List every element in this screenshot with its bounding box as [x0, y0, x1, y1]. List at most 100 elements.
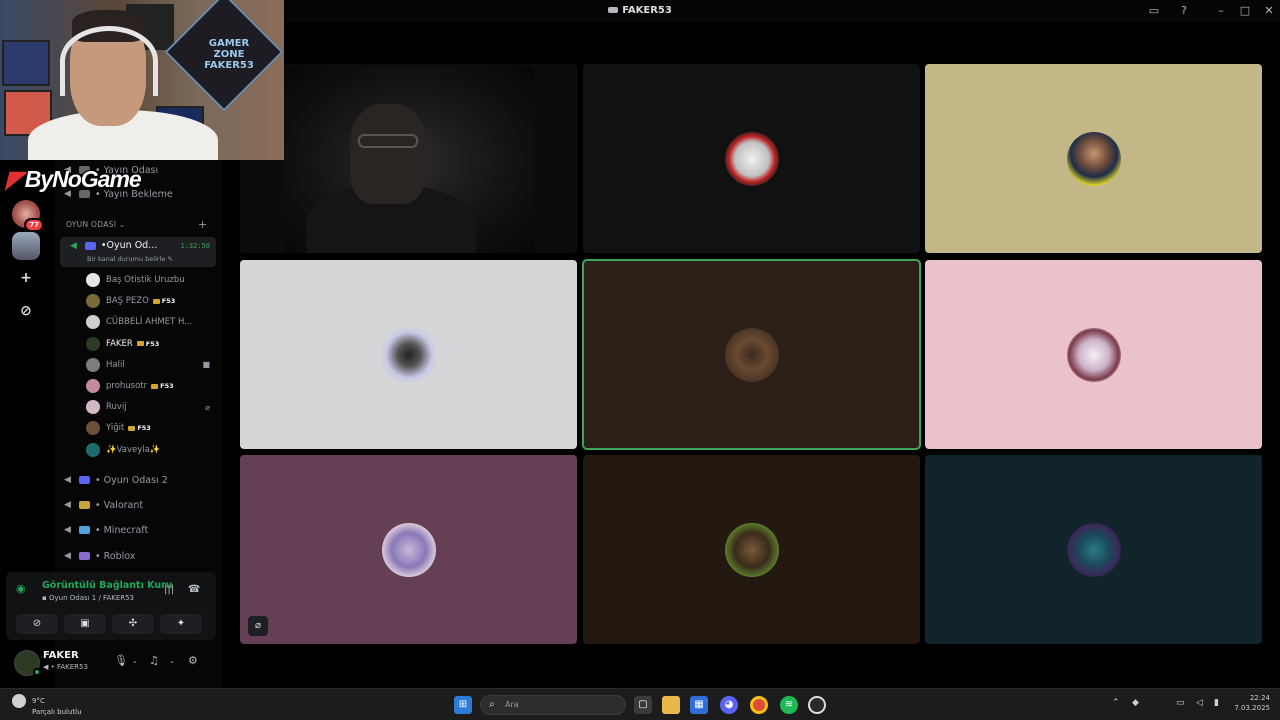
store-icon[interactable]: ▦ [690, 696, 708, 714]
webcam-glasses [358, 134, 418, 148]
tray-chevron-icon[interactable]: ⌃ [1112, 698, 1120, 708]
dm-avatar[interactable]: 77 [12, 200, 44, 232]
spotify-icon[interactable]: ≋ [780, 696, 798, 714]
maximize-button[interactable]: □ [1236, 2, 1254, 20]
search-placeholder: Ara [505, 700, 519, 709]
activities-button[interactable]: ✣ [112, 614, 154, 634]
channel-label: Oyun Odası 2 [103, 474, 168, 486]
voice-connection-panel: ◉ Görüntülü Bağlantı Kuru ▪ Oyun Odası 1… [6, 572, 216, 640]
microphone-icon[interactable]: 🎙 [114, 654, 128, 667]
voice-member[interactable]: Ruvij ⌀ [86, 397, 216, 417]
voice-member[interactable]: Yiğit F53 [86, 418, 216, 438]
video-tile-3[interactable] [925, 64, 1262, 253]
member-avatar [86, 442, 100, 457]
member-clan-tag: F53 [128, 424, 151, 432]
channel-status[interactable]: Bir kanal durumu belirle ✎ [87, 255, 173, 263]
voice-member[interactable]: BAŞ PEZO F53 [86, 291, 216, 311]
user-status: ◀ • FAKER53 [43, 663, 88, 671]
chevron-down-icon[interactable]: ⌄ [132, 657, 138, 665]
member-name: ✨Vaveyla✨ [106, 444, 161, 455]
category-header[interactable]: OYUN ODASI ⌄ [66, 220, 126, 229]
network-icon[interactable]: ▭ [1176, 698, 1185, 708]
volume-icon[interactable]: ◁ [1196, 698, 1203, 708]
inbox-icon[interactable]: ▭ [1145, 2, 1163, 20]
close-button[interactable]: ✕ [1260, 2, 1278, 20]
channel-valorant[interactable]: ◀ • Valorant [64, 495, 216, 515]
signal-icon[interactable]: ◉ [16, 582, 26, 595]
file-explorer-icon[interactable] [662, 696, 680, 714]
video-stage [222, 22, 1280, 688]
minimize-button[interactable]: – [1212, 2, 1230, 20]
add-server-icon[interactable]: + [14, 266, 38, 290]
member-avatar [86, 315, 100, 330]
channel-emoji-icon [79, 476, 90, 484]
headset-icon [608, 7, 619, 13]
username[interactable]: FAKER [43, 650, 79, 661]
chevron-down-icon[interactable]: ⌄ [169, 657, 175, 665]
video-tile-9[interactable] [925, 455, 1262, 644]
member-name: CÜBBELİ AHMET H... [106, 317, 193, 328]
tray-app-icon[interactable]: ◆ [1132, 698, 1139, 708]
muted-icon: ⌀ [205, 402, 210, 412]
video-tile-2[interactable] [583, 64, 920, 253]
voice-member[interactable]: Baş Otistik Uruzbu [86, 270, 216, 290]
weather-widget[interactable]: 9°C Parçalı bulutlu [12, 694, 82, 717]
task-view-icon[interactable]: ▢ [634, 696, 652, 714]
voice-member[interactable]: ✨Vaveyla✨ [86, 440, 216, 460]
disconnect-icon[interactable]: ☎ [188, 584, 200, 595]
channel-roblox[interactable]: ◀ • Roblox [64, 546, 216, 566]
channel-oyun-odasi-2[interactable]: ◀ • Oyun Odası 2 [64, 470, 216, 490]
notification-badge: 77 [24, 218, 44, 232]
video-tile-7[interactable] [240, 455, 577, 644]
member-clan-tag-text: F53 [145, 339, 160, 348]
member-name: FAKER [106, 338, 133, 349]
camera-icon: ■ [202, 360, 210, 370]
headphones-icon[interactable]: ♫ [149, 654, 159, 667]
video-tile-8[interactable] [583, 455, 920, 644]
taskbar-search[interactable]: ⌕ Ara [480, 695, 626, 715]
voice-member[interactable]: Halil ■ [86, 355, 216, 375]
muted-mic-icon[interactable]: ⌀ [248, 616, 268, 636]
obs-icon[interactable] [808, 696, 826, 714]
battery-icon[interactable]: ▮ [1214, 698, 1219, 708]
speaker-icon: ◀ [64, 475, 71, 485]
help-icon[interactable]: ? [1175, 2, 1193, 20]
video-tile-6[interactable] [925, 260, 1262, 449]
avatar [1066, 327, 1121, 382]
clock[interactable]: 22:24 7.03.2025 [1234, 693, 1270, 713]
camera-off-button[interactable]: ⊘ [16, 614, 58, 634]
avatar [1066, 522, 1121, 577]
soundboard-button[interactable]: ✦ [160, 614, 202, 634]
server-icon[interactable] [12, 232, 40, 260]
channel-minecraft[interactable]: ◀ • Minecraft [64, 520, 216, 540]
speaker-icon: ◀ [64, 551, 71, 561]
video-tile-4[interactable] [240, 260, 577, 449]
active-voice-channel[interactable]: ◀ • Oyun Od... 1:32:50 Bir kanal durumu b… [60, 237, 216, 267]
start-icon[interactable]: ⊞ [454, 696, 472, 714]
voice-member[interactable]: CÜBBELİ AHMET H... [86, 312, 216, 332]
cloud-icon [12, 694, 26, 708]
noise-suppression-icon[interactable]: ||| [164, 584, 174, 595]
discord-icon[interactable]: ◕ [720, 696, 738, 714]
member-name: Ruvij [106, 402, 127, 413]
explore-icon[interactable]: ⊘ [14, 299, 38, 323]
voice-member[interactable]: prohusotr F53 [86, 376, 216, 396]
member-clan-tag-text: F53 [161, 297, 176, 306]
chrome-icon[interactable] [750, 696, 768, 714]
video-tile-webcam[interactable] [240, 64, 577, 253]
member-avatar [86, 357, 100, 372]
weather-temp: 9°C [32, 697, 45, 705]
voice-status-title[interactable]: Görüntülü Bağlantı Kuru [42, 580, 173, 591]
voice-channel-path[interactable]: ▪ Oyun Odası 1 / FAKER53 [42, 594, 134, 602]
online-status-indicator [33, 668, 41, 676]
screen-share-button[interactable]: ▣ [64, 614, 106, 634]
channel-label: Valorant [103, 499, 144, 511]
gear-icon[interactable]: ⚙ [188, 654, 198, 667]
video-tile-5-speaking[interactable] [582, 259, 921, 450]
add-channel-icon[interactable]: + [198, 218, 207, 231]
weather-desc: Parçalı bulutlu [32, 708, 82, 716]
speaker-icon: ◀ [64, 500, 71, 510]
user-panel: FAKER ◀ • FAKER53 🎙 ⌄ ♫ ⌄ ⚙ [6, 646, 216, 682]
voice-member[interactable]: FAKER F53 [86, 334, 216, 354]
avatar [724, 522, 779, 577]
